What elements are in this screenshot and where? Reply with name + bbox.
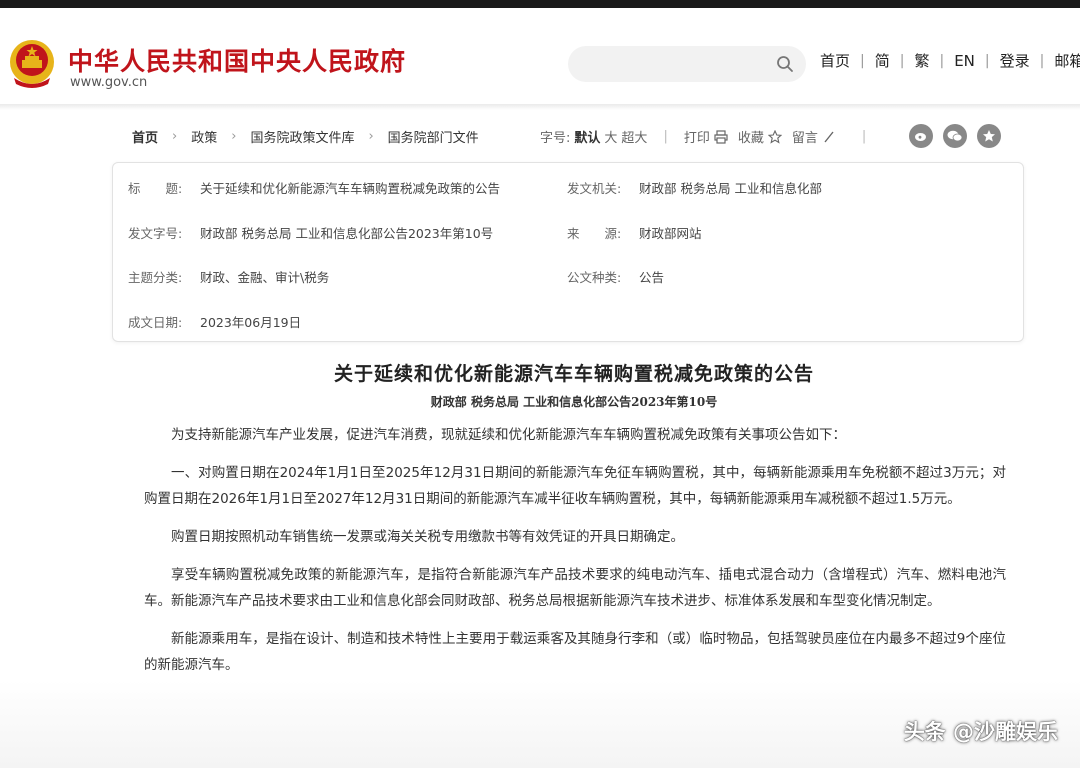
article-paragraph: 购置日期按照机动车销售统一发票或海关关税专用缴款书等有效凭证的开具日期确定。 <box>171 529 684 545</box>
print-icon[interactable] <box>714 129 728 144</box>
top-nav: 首页 | 简 | 繁 | EN | 登录 | 邮箱 <box>820 50 1080 71</box>
breadcrumb-policy-library[interactable]: 国务院政策文件库 <box>250 127 354 146</box>
nav-separator: | <box>984 52 990 69</box>
top-dark-bar <box>0 0 1080 8</box>
meta-doc-type: 公文种类: 公告 <box>567 267 664 286</box>
article-body: 为支持新能源汽车产业发展，促进汽车消费，现就延续和优化新能源汽车车辆购置税减免政… <box>144 422 1006 690</box>
weibo-share-button[interactable] <box>909 124 933 148</box>
page-tools: 字号: 默认 大 超大 | 打印 收藏 留言 | <box>540 127 882 146</box>
meta-issuer: 发文机关: 财政部 税务总局 工业和信息化部 <box>567 178 822 197</box>
tools-separator: | <box>663 129 668 144</box>
meta-doc-number-value: 财政部 税务总局 工业和信息化部公告2023年第10号 <box>200 226 494 241</box>
nav-login[interactable]: 登录 <box>1000 50 1030 71</box>
meta-source-label: 来 源: <box>567 226 622 241</box>
meta-date-value: 2023年06月19日 <box>200 315 302 330</box>
meta-doc-type-value: 公告 <box>639 270 665 285</box>
nav-separator: | <box>939 52 945 69</box>
nav-simplified[interactable]: 简 <box>875 50 890 71</box>
national-emblem-icon[interactable] <box>8 38 56 88</box>
header-shadow <box>0 104 1080 110</box>
pencil-icon[interactable] <box>822 130 836 144</box>
font-size-label: 字号: <box>540 131 571 146</box>
nav-english[interactable]: EN <box>954 52 975 70</box>
nav-home[interactable]: 首页 <box>820 50 850 71</box>
search-icon[interactable] <box>776 55 794 73</box>
meta-title-value: 关于延续和优化新能源汽车车辆购置税减免政策的公告 <box>200 181 501 196</box>
meta-issuer-value: 财政部 税务总局 工业和信息化部 <box>639 181 822 196</box>
watermark: 头条 @沙雕娱乐 <box>903 720 1058 744</box>
wechat-icon <box>947 130 963 142</box>
meta-date: 成文日期: 2023年06月19日 <box>128 312 301 331</box>
search-input[interactable] <box>568 46 806 82</box>
font-size-xlarge[interactable]: 超大 <box>621 127 647 146</box>
meta-title: 标 题: 关于延续和优化新能源汽车车辆购置税减免政策的公告 <box>128 178 500 197</box>
meta-title-label: 标 题: <box>128 181 183 196</box>
nav-mailbox[interactable]: 邮箱 <box>1054 50 1080 71</box>
star-icon[interactable] <box>767 129 782 144</box>
nav-separator: | <box>860 52 865 69</box>
article-paragraph: 新能源乘用车，是指在设计、制造和技术特性上主要用于载运乘客及其随身行李和（或）临… <box>144 631 1006 673</box>
font-size-default[interactable]: 默认 <box>574 127 600 146</box>
share-buttons <box>909 124 1001 148</box>
meta-doc-number-label: 发文字号: <box>128 226 183 241</box>
comment-button[interactable]: 留言 <box>792 127 818 146</box>
article-title: 关于延续和优化新能源汽车车辆购置税减免政策的公告 <box>333 363 814 385</box>
article-paragraph: 为支持新能源汽车产业发展，促进汽车消费，现就延续和优化新能源汽车车辆购置税减免政… <box>171 427 846 443</box>
chevron-right-icon: › <box>231 129 237 144</box>
star-icon <box>983 130 995 142</box>
meta-source-value: 财政部网站 <box>639 226 702 241</box>
nav-traditional[interactable]: 繁 <box>914 50 929 71</box>
tools-separator: | <box>861 129 867 144</box>
meta-doc-number: 发文字号: 财政部 税务总局 工业和信息化部公告2023年第10号 <box>128 223 493 242</box>
nav-separator: | <box>899 52 905 69</box>
site-name[interactable]: 中华人民共和国中央人民政府 <box>68 42 406 78</box>
breadcrumb: 首页 › 政策 › 国务院政策文件库 › 国务院部门文件 <box>132 127 479 146</box>
breadcrumb-policy[interactable]: 政策 <box>191 127 217 146</box>
favorite-share-button[interactable] <box>977 124 1001 148</box>
meta-doc-type-label: 公文种类: <box>567 270 622 285</box>
article-paragraph: 一、对购置日期在2024年1月1日至2025年12月31日期间的新能源汽车免征车… <box>144 465 1006 507</box>
wechat-share-button[interactable] <box>943 124 967 148</box>
document-metadata: 标 题: 关于延续和优化新能源汽车车辆购置税减免政策的公告 发文机关: 财政部 税务… <box>112 162 1024 342</box>
site-url[interactable]: www.gov.cn <box>70 75 147 90</box>
meta-date-label: 成文日期: <box>128 315 183 330</box>
meta-category-value: 财政、金融、审计\税务 <box>200 270 330 285</box>
print-button[interactable]: 打印 <box>684 127 710 146</box>
weibo-icon <box>915 133 926 141</box>
site-header: 中华人民共和国中央人民政府 www.gov.cn 首页 | 简 | 繁 | EN… <box>0 8 1080 104</box>
meta-issuer-label: 发文机关: <box>567 181 622 196</box>
nav-separator: | <box>1039 52 1045 69</box>
meta-source: 来 源: 财政部网站 <box>567 223 702 242</box>
favorite-button[interactable]: 收藏 <box>738 127 764 146</box>
breadcrumb-home[interactable]: 首页 <box>132 127 158 146</box>
meta-category: 主题分类: 财政、金融、审计\税务 <box>128 267 329 286</box>
font-size-large[interactable]: 大 <box>604 127 617 146</box>
breadcrumb-dept-docs[interactable]: 国务院部门文件 <box>388 127 479 146</box>
chevron-right-icon: › <box>172 129 178 144</box>
article-paragraph: 享受车辆购置税减免政策的新能源汽车，是指符合新能源汽车产品技术要求的纯电动汽车、… <box>144 567 1006 609</box>
chevron-right-icon: › <box>368 129 374 144</box>
meta-category-label: 主题分类: <box>128 270 183 285</box>
article-doc-number: 财政部 税务总局 工业和信息化部公告2023年第10号 <box>430 395 718 409</box>
